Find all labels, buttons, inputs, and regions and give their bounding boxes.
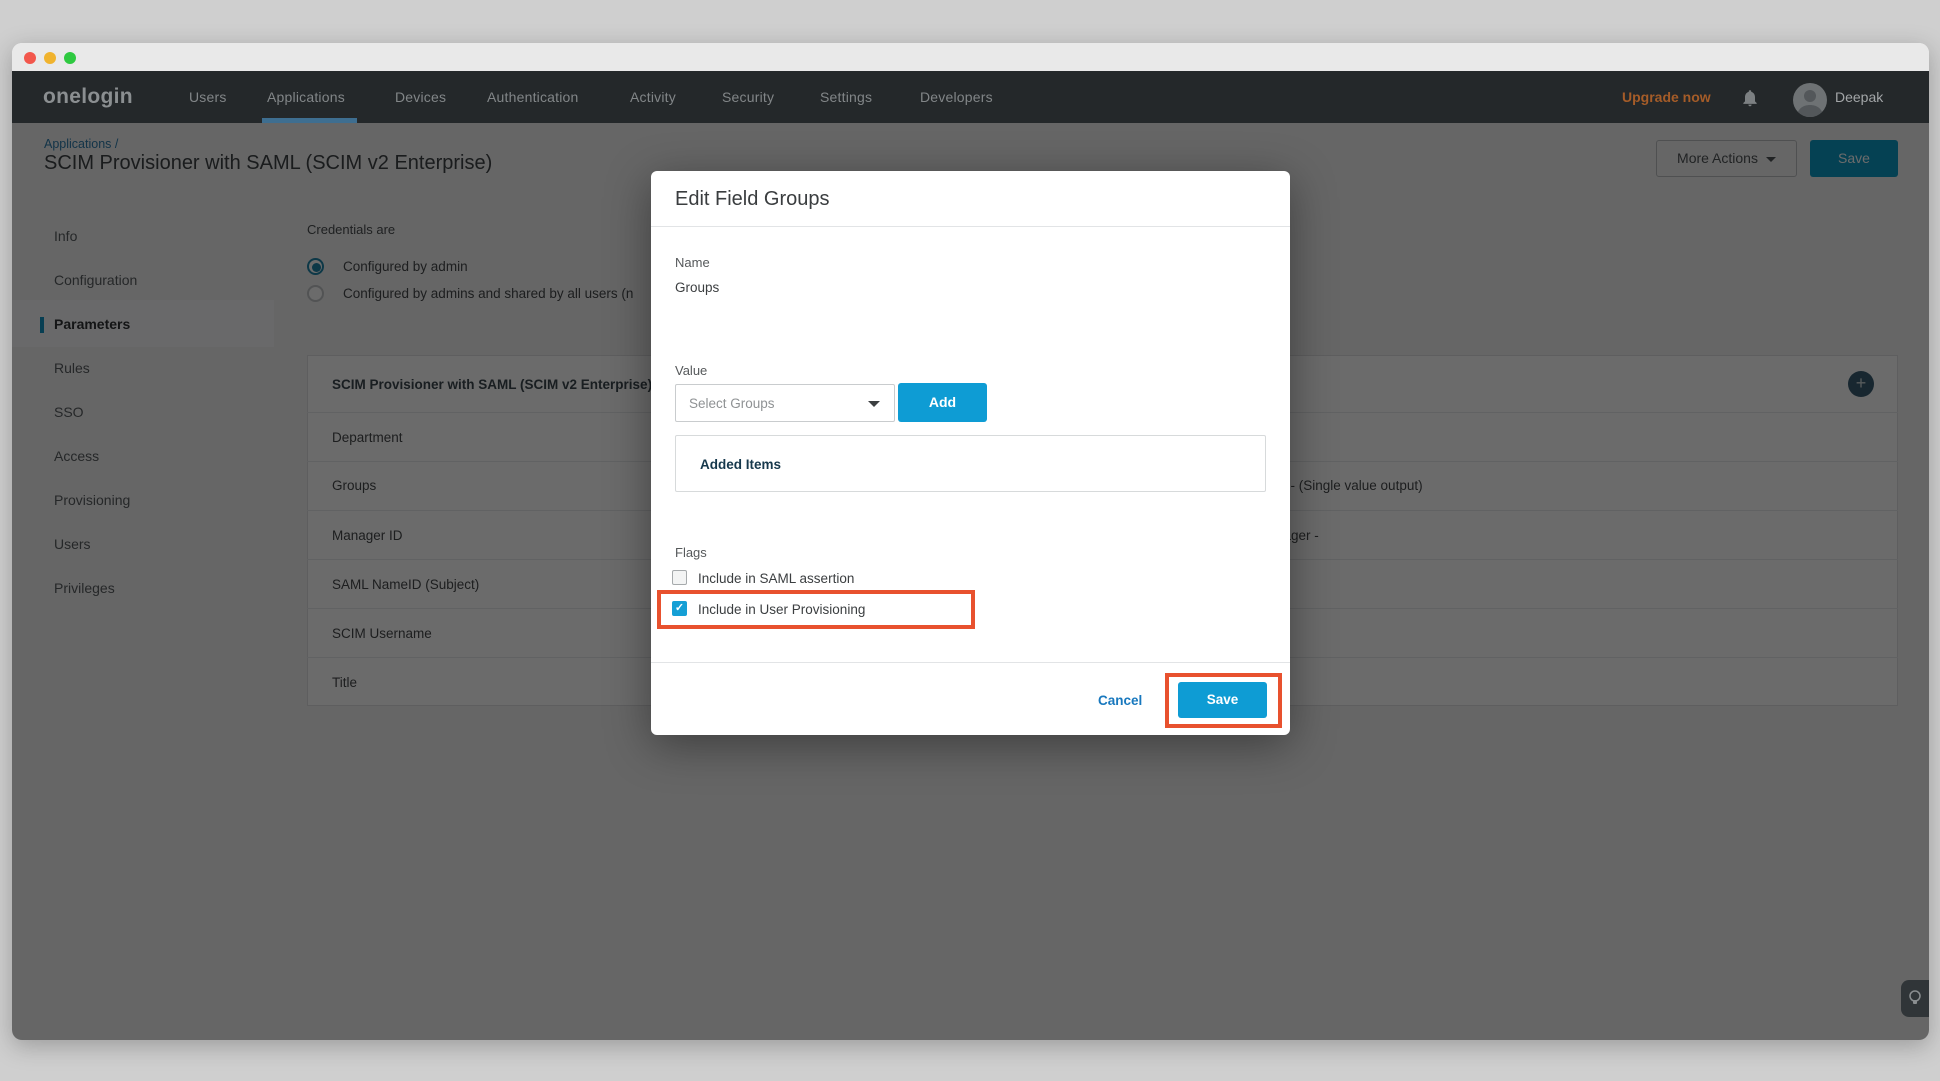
nav-item-settings[interactable]: Settings (820, 71, 872, 123)
zoom-window-icon[interactable] (64, 52, 76, 64)
annotation-box-save-button (1165, 673, 1282, 728)
modal-footer-divider (651, 662, 1290, 663)
flags-label: Flags (675, 545, 707, 560)
modal-divider (651, 226, 1290, 227)
nav-item-activity[interactable]: Activity (630, 71, 676, 123)
added-items-label: Added Items (700, 457, 781, 472)
help-lightbulb-widget[interactable] (1901, 980, 1929, 1017)
nav-item-devices[interactable]: Devices (395, 71, 446, 123)
checkbox-include-saml-label: Include in SAML assertion (698, 571, 854, 586)
add-button[interactable]: Add (898, 383, 987, 422)
modal-title: Edit Field Groups (675, 188, 830, 211)
cancel-button[interactable]: Cancel (1098, 693, 1142, 708)
name-value: Groups (675, 280, 719, 295)
name-label: Name (675, 255, 710, 270)
checkbox-include-saml[interactable] (672, 570, 687, 585)
nav-item-developers[interactable]: Developers (920, 71, 993, 123)
select-placeholder: Select Groups (689, 396, 775, 411)
user-avatar[interactable] (1793, 83, 1827, 117)
close-window-icon[interactable] (24, 52, 36, 64)
macos-titlebar (12, 43, 1929, 72)
nav-item-authentication[interactable]: Authentication (487, 71, 579, 123)
nav-item-applications[interactable]: Applications (267, 71, 345, 123)
nav-item-security[interactable]: Security (722, 71, 774, 123)
groups-select-dropdown[interactable]: Select Groups (675, 384, 895, 422)
lightbulb-icon (1901, 980, 1929, 1017)
onelogin-logo[interactable]: onelogin (43, 71, 133, 123)
annotation-box-provisioning-checkbox (657, 590, 975, 629)
username-label[interactable]: Deepak (1835, 71, 1883, 123)
notifications-bell-icon[interactable] (1740, 88, 1760, 108)
upgrade-now-link[interactable]: Upgrade now (1622, 71, 1711, 123)
edit-field-groups-modal: Edit Field Groups Name Groups Value Sele… (651, 171, 1290, 735)
minimize-window-icon[interactable] (44, 52, 56, 64)
nav-item-users[interactable]: Users (189, 71, 227, 123)
chevron-down-icon (868, 401, 880, 407)
value-label: Value (675, 363, 707, 378)
